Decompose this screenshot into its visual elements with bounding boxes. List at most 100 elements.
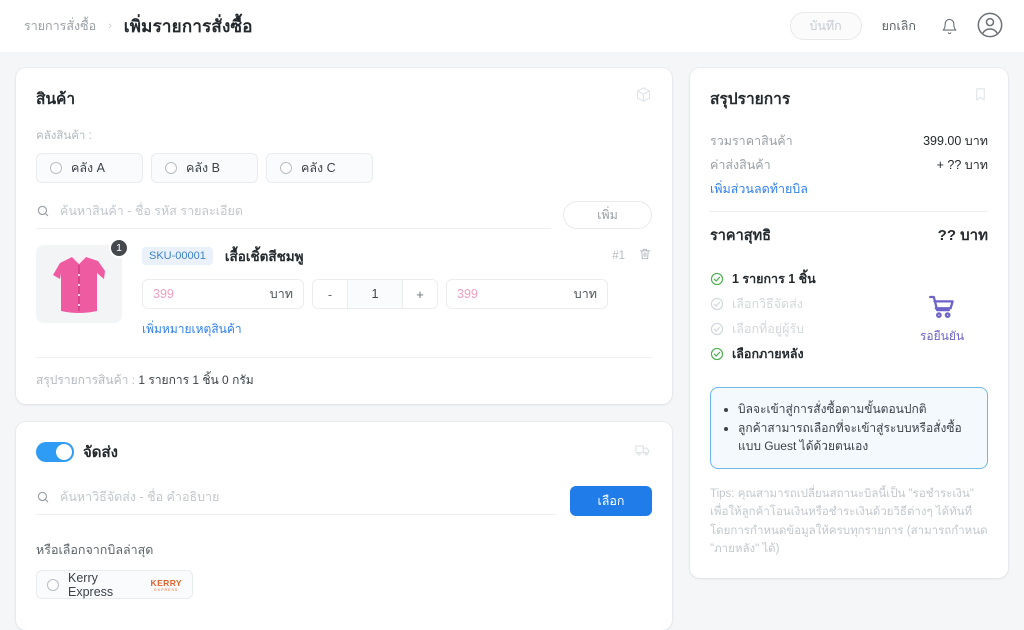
- radio-icon: [47, 578, 59, 591]
- shipping-card-title: จัดส่ง: [83, 444, 119, 461]
- box-3d-icon: [635, 86, 652, 108]
- quantity-stepper: - 1 +: [312, 279, 438, 309]
- top-bar-actions: บันทึก ยกเลิก: [789, 11, 1006, 41]
- summary-row-value: 399.00 บาท: [923, 134, 988, 148]
- check-circle-icon: [710, 347, 724, 361]
- page-title: เพิ่มรายการสั่งซื้อ: [123, 16, 253, 36]
- tips-text: Tips: คุณสามารถเปลี่ยนสถานะบิลนี้เป็น "ร…: [710, 487, 988, 555]
- warehouse-label: คลังสินค้า :: [36, 130, 92, 142]
- product-item-sequence: #1: [612, 250, 625, 262]
- search-icon: [37, 205, 49, 217]
- bookmark-icon[interactable]: [973, 86, 988, 108]
- total-price-value: 399: [457, 287, 478, 301]
- left-column: สินค้า คลังสินค้า : คลัง A คลัง B คลัง C…: [16, 68, 672, 630]
- product-summary-label: สรุปรายการสินค้า :: [36, 373, 136, 387]
- total-price-field[interactable]: 399 บาท: [446, 279, 608, 309]
- checklist-item-label: เลือกภายหลัง: [732, 347, 804, 361]
- check-circle-icon: [710, 272, 724, 286]
- checklist-item-label: เลือกที่อยู่ผู้รับ: [732, 322, 805, 336]
- shopping-cart-icon: [929, 295, 954, 319]
- summary-row-shipping-fee: ค่าส่งสินค้า + ?? บาท: [710, 155, 988, 175]
- add-item-note-link[interactable]: เพิ่มหมายเหตุสินค้า: [142, 320, 652, 339]
- breadcrumb-separator: ›: [108, 20, 112, 32]
- truck-icon: [634, 441, 652, 464]
- quantity-value[interactable]: 1: [347, 280, 403, 308]
- kerry-express-logo: KERRY EXPRESS: [151, 576, 182, 592]
- warehouse-radio-group: คลัง A คลัง B คลัง C: [36, 153, 652, 183]
- item-quantity-badge: 1: [109, 238, 129, 258]
- summary-net-label: ราคาสุทธิ: [710, 228, 772, 244]
- search-icon: [37, 491, 49, 503]
- product-search-placeholder: ค้นหาสินค้า - ชื่อ รหัส รายละเอียด: [60, 204, 244, 218]
- summary-net-row: ราคาสุทธิ ?? บาท: [710, 223, 988, 247]
- product-item-body: SKU-00001 เสื้อเชิ้ตสีชมพู #1 399 บาท - …: [142, 245, 652, 339]
- recent-carriers-label: หรือเลือกจากบิลล่าสุด: [36, 543, 154, 557]
- product-search-field[interactable]: ค้นหาสินค้า - ชื่อ รหัส รายละเอียด: [36, 201, 551, 229]
- add-bill-discount-link[interactable]: เพิ่มส่วนลดท้ายบิล: [710, 179, 988, 199]
- trash-icon[interactable]: [638, 247, 652, 266]
- add-product-button[interactable]: เพิ่ม: [563, 201, 652, 229]
- summary-divider: [710, 211, 988, 212]
- summary-card-title: สรุปรายการ: [710, 91, 791, 108]
- warehouse-option-c[interactable]: คลัง C: [266, 153, 373, 183]
- info-callout-box: บิลจะเข้าสู่การสั่งซื้อตามขั้นตอนปกติ ลู…: [710, 387, 988, 469]
- product-summary-value: 1 รายการ 1 ชิ้น 0 กรัม: [138, 373, 254, 387]
- check-circle-icon: [710, 322, 724, 336]
- warehouse-option-b[interactable]: คลัง B: [151, 153, 258, 183]
- product-thumbnail[interactable]: [36, 245, 122, 323]
- carrier-option-kerry-express[interactable]: Kerry Express KERRY EXPRESS: [36, 570, 193, 599]
- radio-icon: [280, 162, 292, 174]
- quantity-decrease-button[interactable]: -: [313, 280, 347, 308]
- summary-card-header: สรุปรายการ: [710, 86, 988, 111]
- check-circle-icon: [710, 297, 724, 311]
- summary-row-value: + ?? บาท: [936, 158, 988, 172]
- breadcrumb-root[interactable]: รายการสั่งซื้อ: [24, 16, 96, 36]
- bell-icon[interactable]: [936, 13, 962, 39]
- product-thumbnail-wrap: 1: [36, 238, 129, 339]
- checklist-item-items: 1 รายการ 1 ชิ้น: [710, 269, 896, 289]
- shipping-toggle[interactable]: [36, 442, 74, 462]
- summary-row-label: ค่าส่งสินค้า: [710, 158, 771, 172]
- total-price-currency: บาท: [573, 287, 597, 301]
- product-card: สินค้า คลังสินค้า : คลัง A คลัง B คลัง C…: [16, 68, 672, 404]
- product-search-row: ค้นหาสินค้า - ชื่อ รหัส รายละเอียด เพิ่ม: [36, 201, 652, 229]
- summary-net-value: ?? บาท: [937, 227, 988, 244]
- warehouse-option-label: คลัง B: [186, 161, 220, 175]
- shipping-search-field[interactable]: ค้นหาวิธีจัดส่ง - ชื่อ คำอธิบาย: [36, 487, 556, 515]
- product-sku-badge: SKU-00001: [142, 247, 213, 265]
- kerry-logo-line2: EXPRESS: [154, 587, 179, 592]
- product-item-controls: 399 บาท - 1 + 399 บาท: [142, 279, 652, 309]
- warehouse-option-label: คลัง C: [301, 161, 336, 175]
- order-status-indicator: รอยืนยัน: [896, 269, 988, 369]
- warehouse-option-label: คลัง A: [71, 161, 105, 175]
- save-button[interactable]: บันทึก: [789, 12, 862, 40]
- checklist-item-label: 1 รายการ 1 ชิ้น: [732, 272, 816, 286]
- product-item-header: SKU-00001 เสื้อเชิ้ตสีชมพู #1: [142, 245, 652, 267]
- warehouse-option-a[interactable]: คลัง A: [36, 153, 143, 183]
- pink-shirt-image: [53, 256, 105, 313]
- shipping-card-header: จัดส่ง: [36, 440, 652, 464]
- checklist-item-label: เลือกวิธีจัดส่ง: [732, 297, 803, 311]
- checklist-item-shipping-method: เลือกวิธีจัดส่ง: [710, 294, 896, 314]
- radio-icon: [165, 162, 177, 174]
- unit-price-currency: บาท: [269, 287, 293, 301]
- choose-shipping-button[interactable]: เลือก: [570, 486, 652, 516]
- summary-rows: รวมราคาสินค้า 399.00 บาท ค่าส่งสินค้า + …: [710, 131, 988, 199]
- unit-price-field[interactable]: 399 บาท: [142, 279, 304, 309]
- user-avatar-icon[interactable]: [976, 11, 1006, 41]
- carrier-label: Kerry Express: [68, 570, 114, 599]
- order-checklist: 1 รายการ 1 ชิ้น เลือกวิธีจัดส่ง เลือกที่…: [710, 269, 896, 369]
- checklist-item-later: เลือกภายหลัง: [710, 344, 896, 364]
- product-card-title: สินค้า: [36, 91, 76, 108]
- cancel-button[interactable]: ยกเลิก: [876, 16, 922, 36]
- shipping-search-row: ค้นหาวิธีจัดส่ง - ชื่อ คำอธิบาย เลือก: [36, 486, 652, 516]
- quantity-increase-button[interactable]: +: [403, 280, 437, 308]
- info-bullet-list: บิลจะเข้าสู่การสั่งซื้อตามขั้นตอนปกติ ลู…: [721, 400, 973, 456]
- shipping-card: จัดส่ง ค้นหาวิธีจัดส่ง - ชื่อ คำอธิบาย เ…: [16, 422, 672, 630]
- product-summary-row: สรุปรายการสินค้า : 1 รายการ 1 ชิ้น 0 กรั…: [36, 357, 652, 390]
- summary-row-label: รวมราคาสินค้า: [710, 134, 793, 148]
- product-item-name: เสื้อเชิ้ตสีชมพู: [224, 249, 304, 264]
- product-line-item: 1 SKU-00001 เสื้อเชิ้ตสีชมพู #1 399 บาท …: [36, 238, 652, 339]
- shipping-search-placeholder: ค้นหาวิธีจัดส่ง - ชื่อ คำอธิบาย: [60, 490, 220, 504]
- order-status-block: 1 รายการ 1 ชิ้น เลือกวิธีจัดส่ง เลือกที่…: [710, 269, 988, 369]
